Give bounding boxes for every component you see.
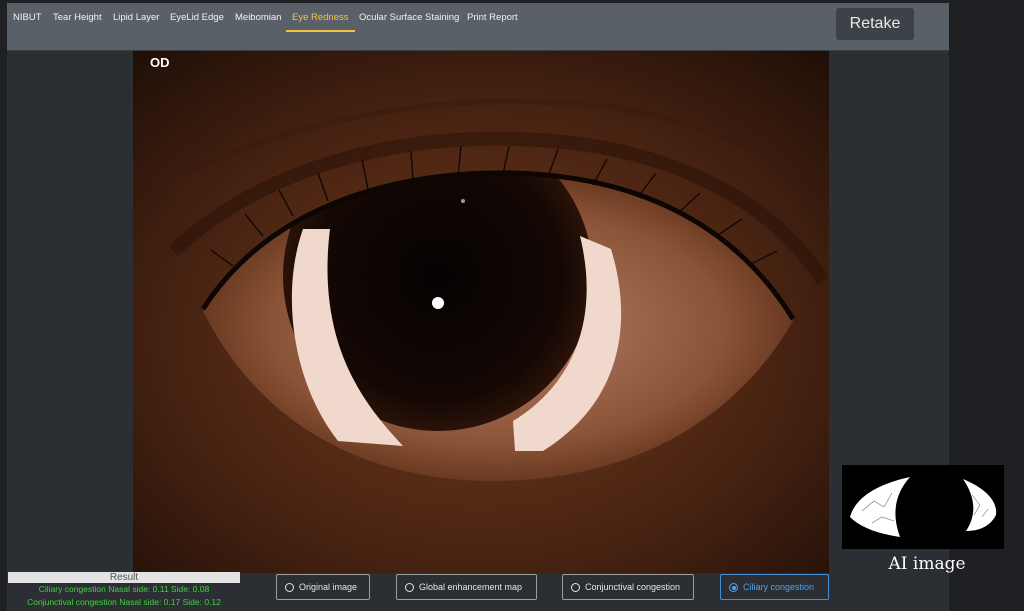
eye-side-label: OD <box>150 55 170 70</box>
tab-print-report[interactable]: Print Report <box>467 11 518 31</box>
conjunctival-congestion-result: Conjunctival congestion Nasal side: 0.17… <box>27 597 221 607</box>
ciliary-congestion-option[interactable]: Ciliary congestion <box>720 574 829 600</box>
ai-image-caption: AI image <box>888 554 966 574</box>
tab-eye-redness[interactable]: Eye Redness <box>286 11 354 32</box>
tab-nibut[interactable]: NIBUT <box>13 11 42 31</box>
original-image-option[interactable]: Original image <box>276 574 370 600</box>
option-label: Original image <box>299 582 358 592</box>
tab-lipid-layer[interactable]: Lipid Layer <box>113 11 159 31</box>
option-label: Global enhancement map <box>419 582 523 592</box>
radio-icon <box>571 583 580 592</box>
global-enhancement-map-option[interactable]: Global enhancement map <box>396 574 537 600</box>
radio-selected-icon <box>729 583 738 592</box>
eye-image <box>133 51 829 573</box>
result-title: Result <box>8 572 240 583</box>
corneal-reflection <box>432 297 444 309</box>
tab-meibomian[interactable]: Meibomian <box>235 11 281 31</box>
conjunctival-congestion-option[interactable]: Conjunctival congestion <box>562 574 694 600</box>
tab-ocular-surface-staining[interactable]: Ocular Surface Staining <box>359 11 459 31</box>
tab-tear-height[interactable]: Tear Height <box>53 11 102 31</box>
option-label: Ciliary congestion <box>743 582 815 592</box>
option-label: Conjunctival congestion <box>585 582 681 592</box>
ai-image-thumbnail <box>842 465 1004 549</box>
radio-icon <box>285 583 294 592</box>
tab-eyelid-edge[interactable]: EyeLid Edge <box>170 11 224 31</box>
app-window: NIBUT Tear Height Lipid Layer EyeLid Edg… <box>0 0 1024 611</box>
eye-photo-render <box>133 51 829 573</box>
radio-icon <box>405 583 414 592</box>
ciliary-congestion-result: Ciliary congestion Nasal side: 0.11 Side… <box>38 584 210 594</box>
retake-button[interactable]: Retake <box>836 8 914 40</box>
ai-mask-render <box>850 477 997 537</box>
